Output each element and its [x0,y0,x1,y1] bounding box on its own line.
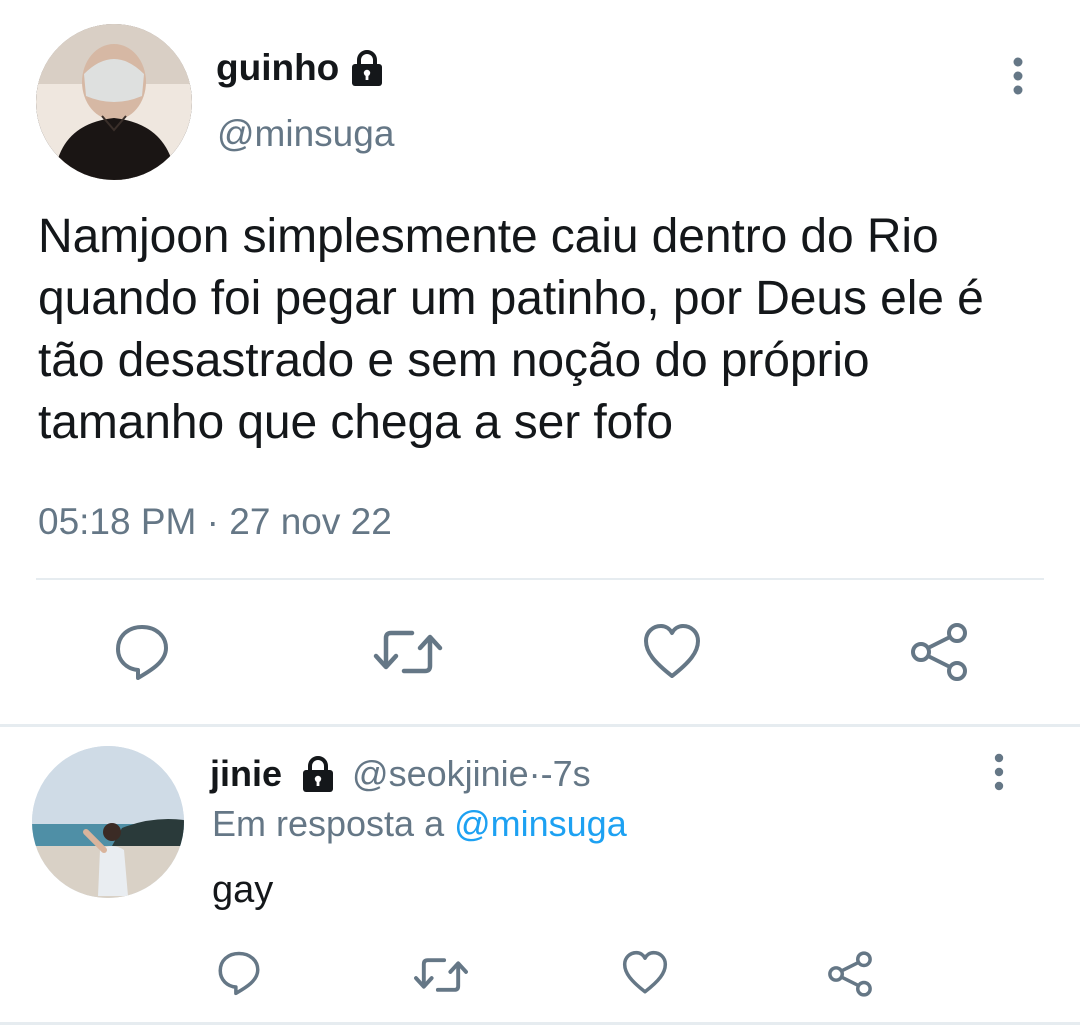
meta-separator: · [196,501,230,542]
reply-tweet-text: gay [212,869,274,911]
reply-handle[interactable]: @seokjinie [352,752,529,796]
reply-avatar[interactable] [32,746,184,898]
retweet-icon [373,630,443,674]
reply-time-ago: -7s [540,753,591,794]
main-display-name[interactable]: guinho [216,46,339,90]
more-vertical-icon[interactable] [1000,52,1036,100]
reply-like-button[interactable] [620,948,670,998]
like-icon [622,950,668,994]
replying-to-mention[interactable]: @minsuga [454,803,627,844]
bottom-divider [0,1022,1080,1025]
main-tweet-time: 05:18 PM [38,501,197,542]
like-button[interactable] [640,620,704,684]
reply-icon [116,625,168,680]
reply-share-button[interactable] [826,950,874,998]
replying-to-label: Em resposta a [212,803,455,844]
reply-time-separator: · [528,753,541,794]
tweet-divider [0,724,1080,727]
main-handle[interactable]: @minsuga [217,112,394,156]
main-tweet-meta: 05:18 PM · 27 nov 22 [38,500,392,544]
share-icon [828,951,872,997]
main-avatar[interactable] [36,24,192,180]
retweet-button[interactable] [372,620,444,684]
reply-retweet-button[interactable] [412,950,470,1000]
reply-button[interactable] [110,620,174,684]
meta-divider [36,578,1044,580]
main-tweet-date: 27 nov 22 [229,501,392,542]
main-tweet-text: Namjoon simplesmente caiu dentro do Rio … [38,210,984,449]
share-icon [911,623,967,681]
reply-author-row[interactable]: jinie @seokjinie · -7s [210,752,591,796]
reply-icon [218,951,260,996]
lock-icon [347,46,387,90]
reply-display-name[interactable]: jinie [210,752,282,796]
like-icon [644,624,700,678]
retweet-icon [414,958,468,992]
replying-to: Em resposta a @minsuga [212,802,627,846]
more-vertical-icon[interactable] [984,750,1014,794]
lock-icon [298,752,338,796]
share-button[interactable] [908,622,970,682]
main-author-row[interactable]: guinho [216,46,387,90]
reply-reply-button[interactable] [214,948,264,998]
